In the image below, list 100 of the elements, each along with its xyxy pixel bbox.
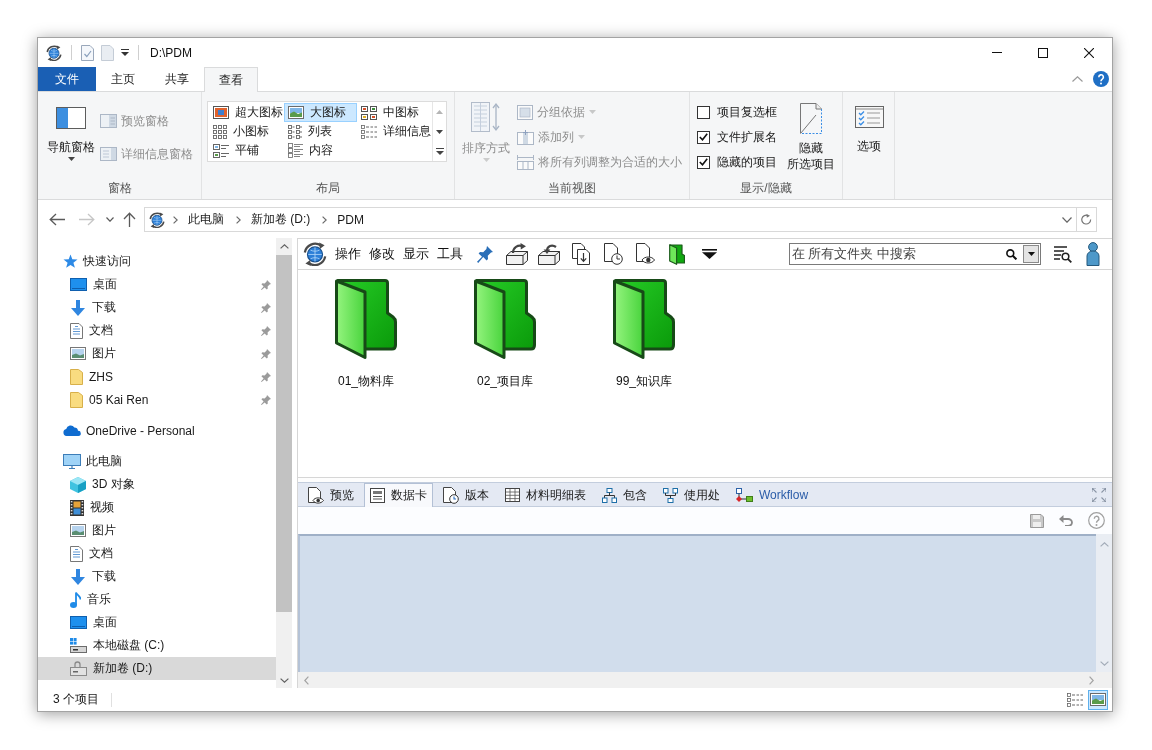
maximize-icon[interactable] xyxy=(1038,47,1048,58)
list-search-icon[interactable] xyxy=(1054,245,1072,263)
tab[interactable]: 数据卡 xyxy=(364,483,433,507)
desktop-icon xyxy=(70,278,87,291)
nav-item[interactable]: 下载 xyxy=(38,565,276,588)
checkbox-label[interactable]: 文件扩展名 xyxy=(717,128,777,146)
gallery-option[interactable]: 超大图标 xyxy=(209,103,284,122)
gallery-option[interactable]: 平铺 xyxy=(209,141,284,160)
ribbon-tab[interactable]: 文件 xyxy=(38,67,96,91)
view-button[interactable] xyxy=(1088,689,1108,710)
gallery-option[interactable]: 列表 xyxy=(284,122,357,141)
dropdown-caret-icon[interactable] xyxy=(121,49,129,56)
help-icon[interactable] xyxy=(1093,71,1109,87)
nav-item[interactable]: 桌面 xyxy=(38,273,276,296)
gallery-option[interactable]: 小图标 xyxy=(209,122,284,141)
hierarchy-icon xyxy=(663,487,678,503)
document-check-icon[interactable] xyxy=(81,44,94,61)
gallery-option[interactable]: 详细信息 xyxy=(357,122,431,141)
gallery-option[interactable]: 中图标 xyxy=(357,103,431,122)
folder-item[interactable]: 99_知识库 xyxy=(594,279,694,394)
folder-icon[interactable] xyxy=(669,243,685,265)
ribbon-button[interactable]: 导航窗格 xyxy=(44,96,98,176)
nav-item[interactable]: 新加卷 (D:) xyxy=(38,657,276,680)
nav-item[interactable]: ZHS xyxy=(38,365,276,388)
gallery-option[interactable]: 内容 xyxy=(284,141,357,160)
ribbon-tab[interactable]: 共享 xyxy=(150,67,204,91)
checkbox[interactable] xyxy=(697,155,710,169)
dropdown-button[interactable] xyxy=(1023,245,1039,263)
vertical-scrollbar[interactable] xyxy=(276,238,292,688)
nav-item[interactable]: 下载 xyxy=(38,296,276,319)
tab[interactable]: 预览 xyxy=(302,483,360,506)
vertical-scrollbar[interactable] xyxy=(1096,534,1112,672)
checkmark-icon xyxy=(699,158,708,166)
save-icon[interactable] xyxy=(1030,513,1044,528)
address-bar[interactable]: 此电脑 新加卷 (D:) PDM xyxy=(144,207,1077,232)
search-field[interactable]: 在 所有文件夹 中搜索 xyxy=(789,243,1041,265)
globe-arrows-icon[interactable] xyxy=(303,242,327,266)
menu-item[interactable]: 工具 xyxy=(436,245,464,263)
document-download-icon[interactable] xyxy=(572,243,590,265)
breadcrumb-item[interactable]: 新加卷 (D:) xyxy=(249,211,313,228)
breadcrumb-item[interactable]: PDM xyxy=(335,212,366,227)
close-icon[interactable] xyxy=(1084,47,1094,58)
search-input[interactable]: 在 所有文件夹 中搜索 xyxy=(792,245,1006,263)
nav-item[interactable]: 图片 xyxy=(38,342,276,365)
box-arrow-in-icon[interactable] xyxy=(538,243,560,265)
menu-item[interactable]: 显示 xyxy=(402,245,430,263)
chevron-down-icon[interactable] xyxy=(1062,216,1072,223)
pin-icon[interactable] xyxy=(477,245,493,263)
nav-item[interactable]: 05 Kai Ren xyxy=(38,388,276,411)
menu-item[interactable]: 操作 xyxy=(334,245,362,263)
chevron-up-icon xyxy=(1099,542,1109,547)
user-icon[interactable] xyxy=(1086,242,1100,266)
tab[interactable]: 版本 xyxy=(437,483,495,506)
nav-item[interactable]: 文档 xyxy=(38,542,276,565)
folder-item[interactable]: 01_物料库 xyxy=(316,279,416,394)
up-arrow-icon[interactable] xyxy=(123,212,136,227)
search-icon[interactable] xyxy=(1006,248,1017,260)
breadcrumb-item[interactable]: 此电脑 xyxy=(186,211,226,228)
undo-icon[interactable] xyxy=(1059,515,1073,526)
gallery-option[interactable]: 大图标 xyxy=(284,103,357,122)
ribbon-button[interactable]: 隐藏 所选项目 xyxy=(785,96,837,176)
triangle-down-icon[interactable] xyxy=(436,129,443,134)
nav-item[interactable]: OneDrive - Personal xyxy=(38,419,276,442)
checkbox[interactable] xyxy=(697,130,710,144)
nav-item[interactable]: 此电脑 xyxy=(38,450,276,473)
back-arrow-icon[interactable] xyxy=(49,213,65,226)
nav-item[interactable]: 快速访问 xyxy=(38,250,276,273)
document-eye-icon[interactable] xyxy=(635,243,655,265)
nav-item[interactable]: 音乐 xyxy=(38,588,276,611)
horizontal-scrollbar[interactable] xyxy=(298,672,1112,688)
tab[interactable]: Workflow xyxy=(730,483,815,506)
ribbon-tab[interactable]: 主页 xyxy=(96,67,150,91)
folder-item[interactable]: 02_项目库 xyxy=(455,279,555,394)
nav-item[interactable]: 桌面 xyxy=(38,611,276,634)
tab[interactable]: 材料明细表 xyxy=(499,483,592,506)
nav-item[interactable]: 3D 对象 xyxy=(38,473,276,496)
scrollbar-thumb[interactable] xyxy=(276,255,292,612)
checkbox-label[interactable]: 隐藏的项目 xyxy=(717,153,777,171)
ribbon-button[interactable]: 选项 xyxy=(848,96,890,176)
document-clock-icon[interactable] xyxy=(603,243,623,265)
table-icon xyxy=(505,488,520,502)
menu-item[interactable]: 修改 xyxy=(368,245,396,263)
nav-item[interactable]: 文档 xyxy=(38,319,276,342)
box-arrow-out-icon[interactable] xyxy=(506,243,528,265)
caret-icon xyxy=(482,158,490,162)
folder-icon xyxy=(70,391,83,408)
tab[interactable]: 包含 xyxy=(596,483,653,506)
ribbon-tab[interactable]: 查看 xyxy=(204,67,258,92)
checkbox[interactable] xyxy=(697,105,710,119)
nav-item[interactable]: 图片 xyxy=(38,519,276,542)
refresh-button[interactable] xyxy=(1077,207,1097,232)
dropdown-caret-icon[interactable] xyxy=(435,147,444,155)
checkbox-label[interactable]: 项目复选框 xyxy=(717,103,777,121)
cloud-icon xyxy=(63,425,81,436)
tab[interactable]: 使用处 xyxy=(657,483,726,506)
nav-item[interactable]: 视频 xyxy=(38,496,276,519)
chevron-up-icon[interactable] xyxy=(1072,76,1083,82)
triangle-down-icon[interactable] xyxy=(701,249,717,259)
chevron-down-icon[interactable] xyxy=(106,217,114,222)
nav-item[interactable]: 本地磁盘 (C:) xyxy=(38,634,276,657)
